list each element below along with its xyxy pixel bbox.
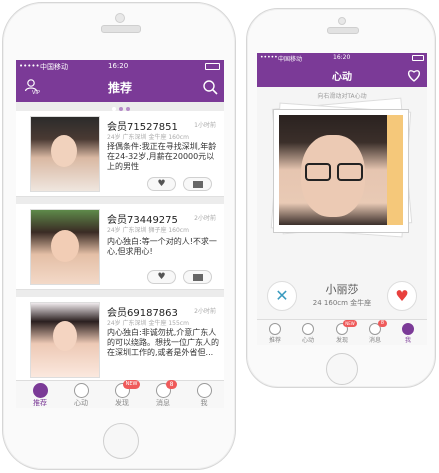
envelope-icon [192,181,203,188]
tab-label: 我 [200,399,208,407]
member-tags: 24岁 广东深圳 狮子座 160cm [107,227,189,234]
home-button[interactable] [103,423,139,459]
member-time: 2小时前 [194,215,216,222]
tab-heartbeat[interactable]: 心动 [295,323,321,344]
new-badge: NEW [343,320,357,327]
heart-icon: ♥ [395,287,409,305]
battery-icon [412,55,424,61]
signal-icon: ••••• [260,54,278,61]
heart-outline-icon[interactable] [407,69,421,82]
tab-me[interactable]: 我 [188,383,220,408]
tab-discover[interactable]: 发现 NEW [106,380,140,408]
member-name: 会员73449275 [107,215,178,226]
heartbeat-icon [302,323,314,335]
left-screen: ••••• 中国移动 16:20 VIP 推荐 会员71527851 1小时前 … [16,60,224,408]
right-screen: ••••• 中国移动 16:20 心动 向右滑动对TA心动 ✕ 小丽莎 24 1… [257,53,427,345]
tab-recommend[interactable]: 推荐 [24,383,56,408]
tab-label: 消息 [368,337,381,344]
message-count-badge: 8 [166,380,177,389]
recommend-icon [269,323,281,335]
member-time: 2小时前 [194,308,216,315]
tab-recommend[interactable]: 推荐 [262,323,288,344]
left-phone: ••••• 中国移动 16:20 VIP 推荐 会员71527851 1小时前 … [2,2,236,470]
header-bar: VIP 推荐 [16,73,224,111]
like-button[interactable]: ♥ [147,177,176,191]
profile-card[interactable] [273,109,409,233]
heart-icon: ♥ [157,179,166,189]
face-shape [51,135,77,167]
tab-bar: 推荐 心动 发现 NEW 消息 8 我 [257,319,427,345]
speaker-grille [327,27,359,34]
profile-photo [279,115,387,225]
tab-label: 发现 [335,337,348,344]
tab-label: 发现 [115,399,129,407]
envelope-icon [192,274,203,281]
tab-label: 心动 [74,399,88,407]
list-item[interactable]: 会员71527851 1小时前 24岁 广东深圳 金牛座 160cm 择偶条件:… [16,111,224,197]
member-tags: 24岁 广东深圳 金牛座 160cm [107,134,189,141]
member-time: 1小时前 [194,122,216,129]
member-tags: 24岁 广东深圳 金牛座 155cm [107,320,189,327]
page-title: 推荐 [107,81,132,95]
card-side-strip [387,115,403,225]
tab-label: 推荐 [268,337,281,344]
like-button[interactable]: ♥ [387,281,417,311]
tab-messages[interactable]: 消息 8 [147,380,179,408]
tab-me[interactable]: 我 [395,323,421,344]
member-photo[interactable] [30,116,100,192]
time-label: 16:20 [333,54,351,61]
swipe-hint: 向右滑动对TA心动 [317,93,367,100]
home-button[interactable] [326,353,358,385]
status-bar: ••••• 中国移动 16:20 [257,53,427,63]
message-count-badge: 8 [378,320,387,327]
new-badge: NEW [123,380,140,389]
message-button[interactable] [183,177,212,191]
page-title: 心动 [332,72,352,83]
speaker-grille [101,25,141,33]
tab-label: 推荐 [33,399,47,407]
message-button[interactable] [183,270,212,284]
tab-messages[interactable]: 消息 8 [362,320,388,344]
member-name: 会员71527851 [107,122,178,133]
header-bar: 心动 [257,63,427,87]
tab-discover[interactable]: 发现 NEW [329,320,357,344]
face-shape [51,230,79,262]
member-desc: 内心独白:非诚勿扰,介意广东人的可以绕路。想找一位广东人的在深圳工作的,或者是外… [107,328,219,357]
carrier-label: 中国移动 [278,56,303,63]
like-button[interactable]: ♥ [147,270,176,284]
recommend-icon [32,383,48,398]
profile-icon [402,323,414,335]
carrier-label: 中国移动 [40,63,68,71]
search-icon[interactable] [202,79,218,95]
status-bar: ••••• 中国移动 16:20 [16,60,224,73]
tab-label: 我 [404,337,411,344]
tab-bar: 推荐 心动 发现 NEW 消息 8 我 [16,380,224,408]
face-shape [53,321,77,351]
glasses-shape [305,163,331,181]
member-desc: 择偶条件:我正在寻找深圳,年龄在24-32岁,月薪在20000元以上的男性 [107,142,217,171]
right-phone: ••••• 中国移动 16:20 心动 向右滑动对TA心动 ✕ 小丽莎 24 1… [246,8,436,388]
list-item[interactable]: 会员73449275 2小时前 24岁 广东深圳 狮子座 160cm 内心独白:… [16,204,224,290]
tab-label: 心动 [301,337,314,344]
front-camera [115,13,125,23]
signal-icon: ••••• [19,62,40,70]
member-name: 会员69187863 [107,308,178,319]
tab-heartbeat[interactable]: 心动 [65,383,97,408]
member-photo[interactable] [30,302,100,378]
heart-icon: ♥ [157,272,166,282]
battery-icon [205,63,220,70]
tab-label: 消息 [156,399,170,407]
front-camera [338,17,346,25]
time-label: 16:20 [108,62,129,70]
member-desc: 内心独白:等一个对的人!不求一心,但求用心! [107,237,217,256]
member-photo[interactable] [30,209,100,285]
glasses-shape [337,163,363,181]
list-item[interactable]: 会员69187863 2小时前 24岁 广东深圳 金牛座 155cm 内心独白:… [16,297,224,383]
heartbeat-icon [73,383,89,398]
profile-icon [196,383,212,398]
